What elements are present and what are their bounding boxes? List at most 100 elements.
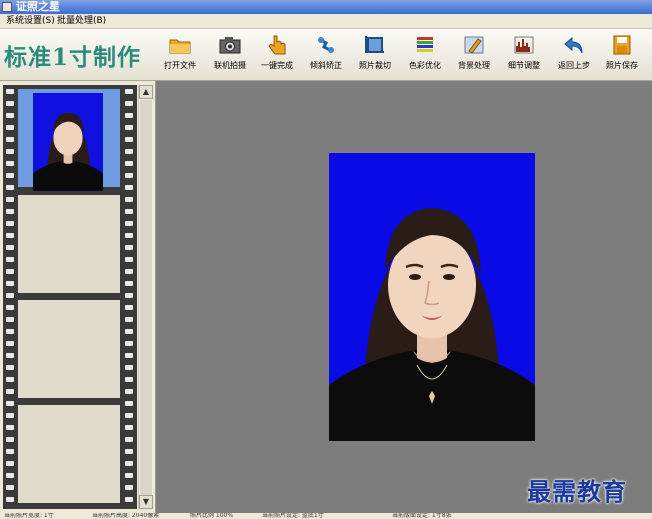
color-optimize-label: 色彩优化 bbox=[409, 61, 441, 70]
film-perforation bbox=[125, 425, 133, 430]
film-perforation bbox=[125, 161, 133, 166]
detail-adjust-label: 细节调整 bbox=[508, 61, 540, 70]
film-perforation bbox=[6, 245, 14, 250]
film-perforation bbox=[125, 437, 133, 442]
scroll-up-button[interactable]: ▲ bbox=[139, 85, 153, 99]
film-perforation bbox=[125, 461, 133, 466]
film-perforation bbox=[6, 209, 14, 214]
film-perforation bbox=[6, 401, 14, 406]
film-perforation bbox=[125, 221, 133, 226]
status-item-2: 当前照片高度: 2040像素 bbox=[92, 513, 160, 519]
film-perforation bbox=[125, 137, 133, 142]
open-file-button[interactable]: 打开文件 bbox=[153, 35, 207, 77]
histogram-icon bbox=[514, 36, 534, 54]
film-perforation bbox=[6, 269, 14, 274]
film-perforation bbox=[6, 485, 14, 490]
thumbnail-frame-2[interactable] bbox=[18, 195, 120, 293]
film-perforations-left bbox=[5, 85, 15, 509]
film-perforations-right bbox=[124, 85, 134, 509]
film-perforation bbox=[125, 185, 133, 190]
film-perforation bbox=[125, 293, 133, 298]
film-perforation bbox=[125, 257, 133, 262]
film-perforation bbox=[6, 389, 14, 394]
background-process-button[interactable]: 背景处理 bbox=[447, 35, 501, 77]
tethered-capture-label: 联机拍摄 bbox=[214, 61, 246, 70]
color-optimize-button[interactable]: 色彩优化 bbox=[398, 35, 452, 77]
floppy-disk-icon bbox=[613, 35, 631, 55]
status-item-1: 当前照片宽度: 1寸 bbox=[4, 513, 54, 519]
thumbnail-frame-3[interactable] bbox=[18, 300, 120, 398]
undo-button[interactable]: 返回上步 bbox=[547, 35, 601, 77]
photo-crop-button[interactable]: 照片裁切 bbox=[348, 35, 402, 77]
film-perforation bbox=[6, 365, 14, 370]
thumbnail-portrait bbox=[33, 112, 103, 191]
tethered-capture-button[interactable]: 联机拍摄 bbox=[203, 35, 257, 77]
scroll-down-button[interactable]: ▼ bbox=[139, 495, 153, 509]
film-perforation bbox=[6, 137, 14, 142]
thumbnail-frame-4[interactable] bbox=[18, 405, 120, 503]
film-perforation bbox=[6, 185, 14, 190]
filmstrip bbox=[3, 85, 137, 509]
rotate-correct-icon bbox=[318, 37, 334, 53]
film-perforation bbox=[6, 101, 14, 106]
film-perforation bbox=[6, 197, 14, 202]
film-perforation bbox=[125, 389, 133, 394]
save-photo-label: 照片保存 bbox=[606, 61, 638, 70]
film-perforation bbox=[125, 89, 133, 94]
film-perforation bbox=[125, 341, 133, 346]
status-bar: 当前照片宽度: 1寸 当前照片高度: 2040像素 照片比例 100% 当前照片… bbox=[0, 513, 652, 519]
film-perforation bbox=[6, 341, 14, 346]
main-photo[interactable] bbox=[329, 153, 535, 441]
film-perforation bbox=[6, 377, 14, 382]
film-perforation bbox=[6, 413, 14, 418]
mode-title: 标准1寸制作 bbox=[4, 44, 142, 71]
save-photo-button[interactable]: 照片保存 bbox=[595, 35, 649, 77]
photo-canvas[interactable] bbox=[156, 81, 652, 513]
status-item-5: 当前版面设定: 1寸8张 bbox=[392, 513, 452, 519]
main-portrait bbox=[329, 153, 535, 441]
film-perforation bbox=[6, 113, 14, 118]
film-perforation bbox=[125, 197, 133, 202]
film-perforation bbox=[125, 377, 133, 382]
status-item-4: 当前照片设定: 蓝底1寸 bbox=[262, 513, 324, 519]
thumbnail-frame-1[interactable] bbox=[18, 89, 120, 191]
menu-batch-process[interactable]: 批量处理(B) bbox=[57, 14, 106, 28]
detail-adjust-button[interactable]: 细节调整 bbox=[497, 35, 551, 77]
thumbnail-scrollbar[interactable]: ▲ ▼ bbox=[138, 85, 153, 509]
background-brush-icon bbox=[464, 36, 484, 54]
film-perforation bbox=[6, 461, 14, 466]
film-perforation bbox=[125, 209, 133, 214]
film-perforation bbox=[6, 161, 14, 166]
film-perforation bbox=[125, 473, 133, 478]
film-perforation bbox=[125, 245, 133, 250]
open-file-label: 打开文件 bbox=[164, 61, 196, 70]
film-perforation bbox=[125, 113, 133, 118]
film-perforation bbox=[125, 125, 133, 130]
watermark: 最需教育 bbox=[527, 477, 627, 506]
film-perforation bbox=[125, 233, 133, 238]
film-perforation bbox=[6, 149, 14, 154]
film-perforation bbox=[6, 257, 14, 262]
film-perforation bbox=[6, 329, 14, 334]
one-click-button[interactable]: 一键完成 bbox=[250, 35, 304, 77]
film-perforation bbox=[6, 125, 14, 130]
tilt-correction-button[interactable]: 倾斜矫正 bbox=[299, 35, 353, 77]
film-perforation bbox=[6, 353, 14, 358]
crop-icon bbox=[365, 36, 384, 53]
status-item-3: 照片比例 100% bbox=[190, 513, 234, 519]
film-perforation bbox=[6, 437, 14, 442]
film-perforation bbox=[125, 281, 133, 286]
film-perforation bbox=[6, 233, 14, 238]
film-perforation bbox=[6, 281, 14, 286]
scroll-thumb[interactable] bbox=[140, 100, 152, 495]
thumbnail-panel: ▲ ▼ bbox=[0, 81, 156, 513]
hand-pointer-icon bbox=[268, 35, 286, 55]
color-bars-icon bbox=[417, 37, 433, 52]
film-perforation bbox=[125, 353, 133, 358]
film-perforation bbox=[6, 89, 14, 94]
one-click-label: 一键完成 bbox=[261, 61, 293, 70]
menu-system-settings[interactable]: 系统设置(S) bbox=[6, 14, 55, 28]
film-perforation bbox=[125, 449, 133, 454]
film-perforation bbox=[125, 305, 133, 310]
film-perforation bbox=[125, 101, 133, 106]
